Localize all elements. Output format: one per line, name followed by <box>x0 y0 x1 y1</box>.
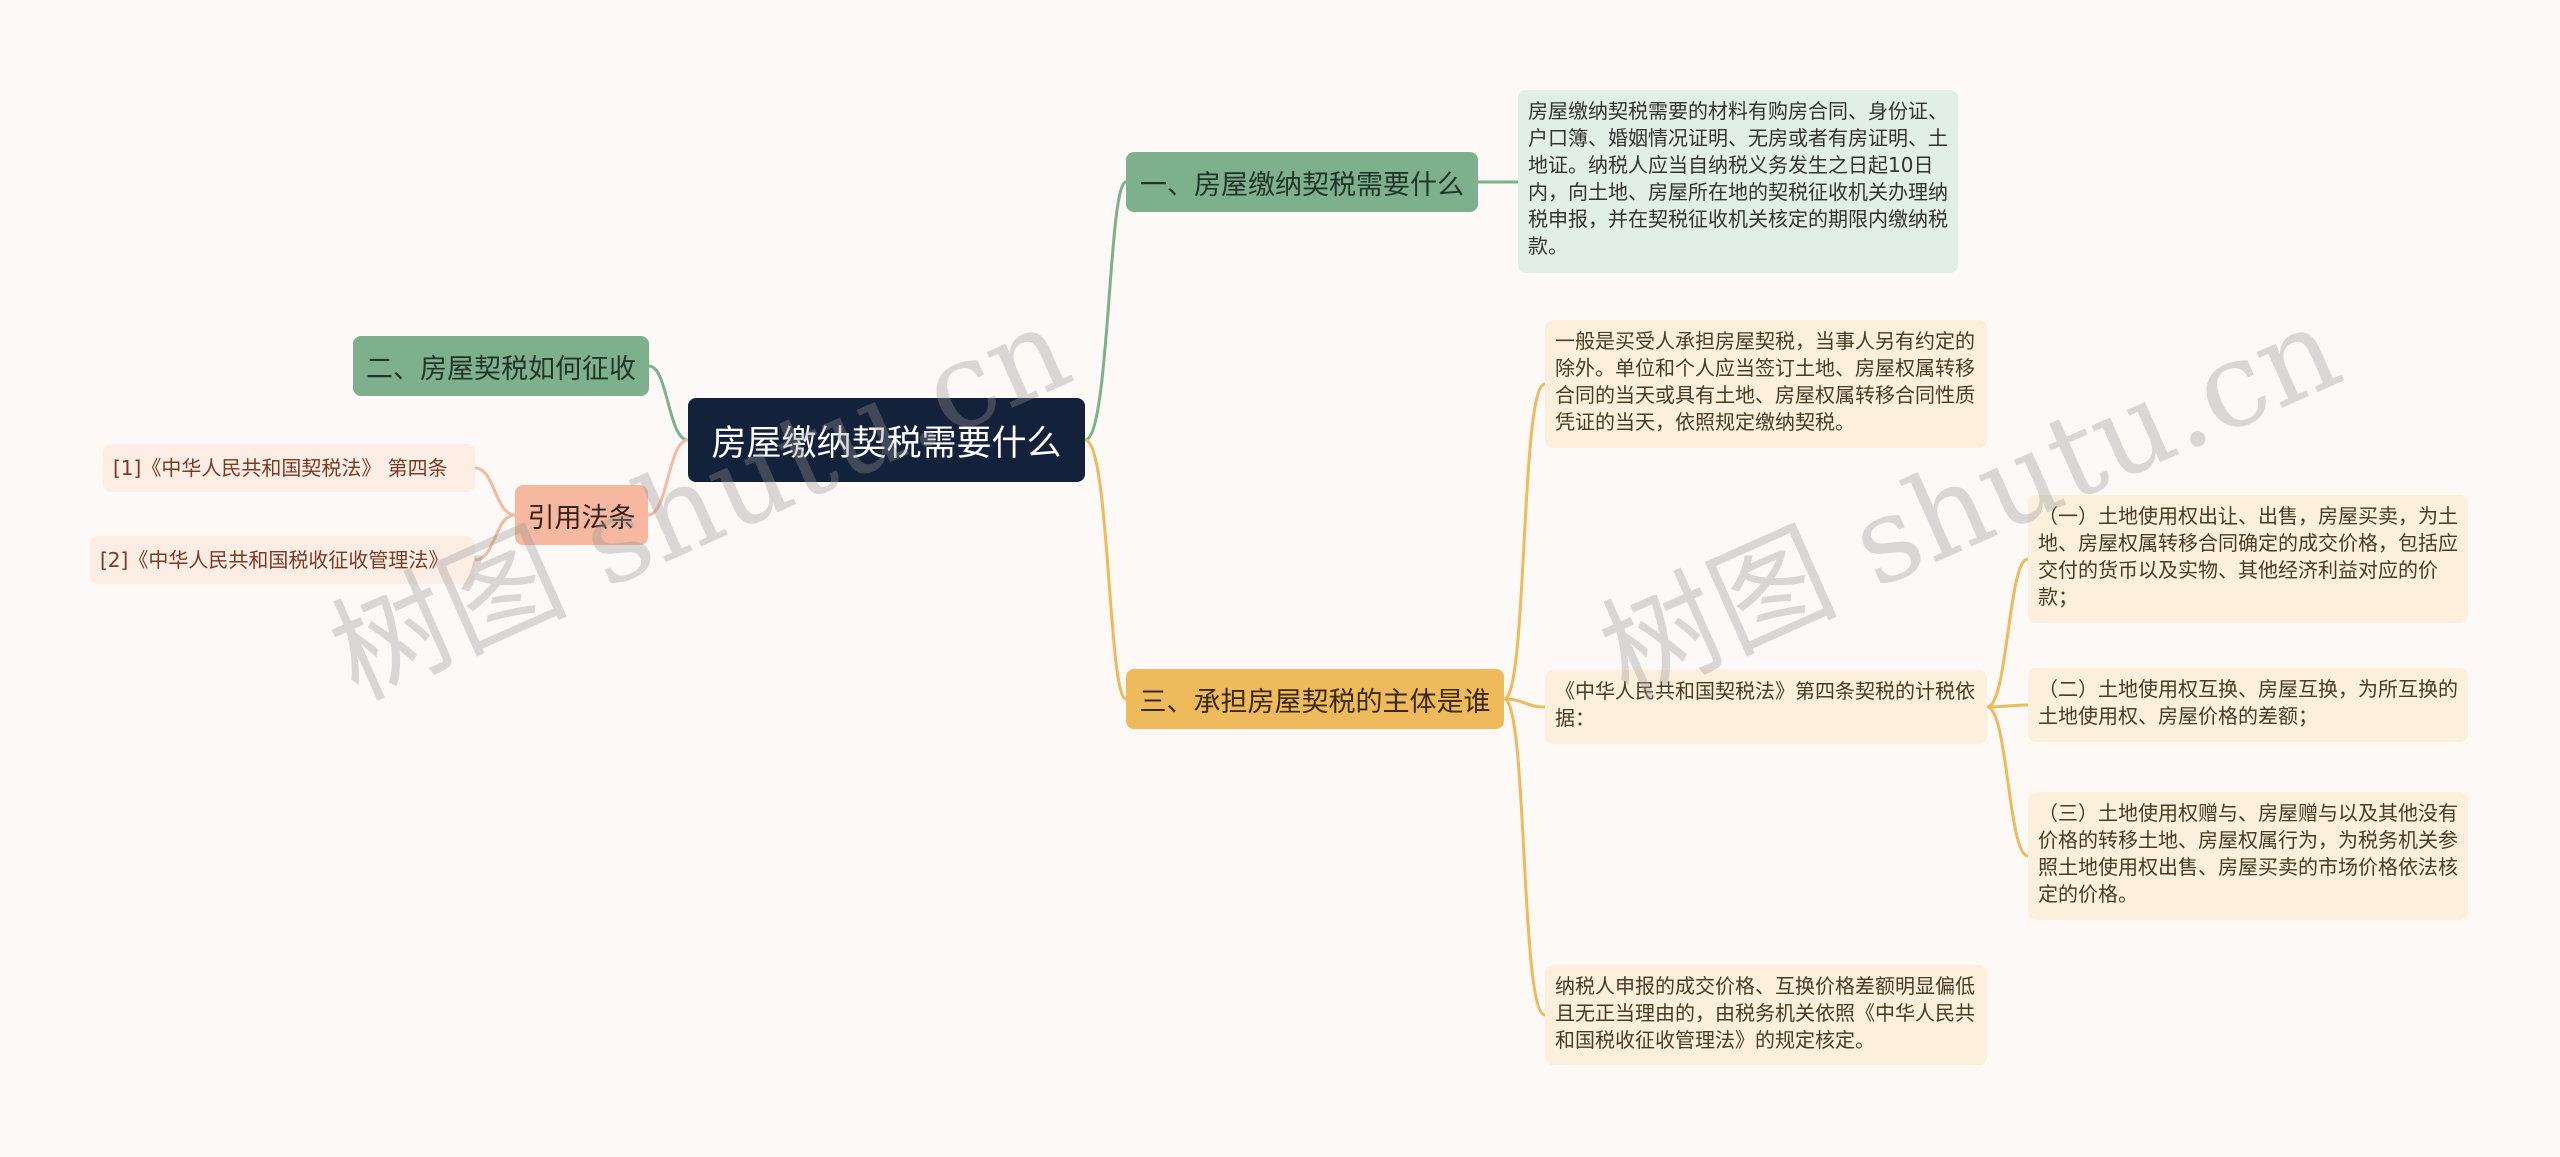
link-cite-item1 <box>474 466 516 517</box>
citations-topic[interactable]: 引用法条 <box>515 485 648 545</box>
link-branch3-leafa <box>1503 382 1546 701</box>
branch-topic-3[interactable]: 三、承担房屋契税的主体是谁 <box>1126 669 1504 729</box>
link-leafb-child3 <box>1986 705 2029 858</box>
branch3-detail-b-child-2[interactable]: （二）土地使用权互换、房屋互换，为所互换的土地使用权、房屋价格的差额； <box>2028 668 2468 742</box>
branch3-detail-b-child-1[interactable]: （一）土地使用权出让、出售，房屋买卖，为土地、房屋权属转移合同确定的成交价格，包… <box>2028 495 2468 623</box>
link-root-branch3 <box>1084 438 1128 701</box>
citation-item-1[interactable]: [1]《中华人民共和国契税法》 第四条 <box>103 444 475 492</box>
link-root-citations <box>647 438 689 517</box>
branch-topic-1[interactable]: 一、房屋缴纳契税需要什么 <box>1126 152 1478 212</box>
link-root-branch2 <box>648 364 689 442</box>
branch3-detail-a[interactable]: 一般是买受人承担房屋契税，当事人另有约定的除外。单位和个人应当签订土地、房屋权属… <box>1545 320 1987 448</box>
link-cite-item2 <box>474 513 516 562</box>
link-leafb-child1 <box>1986 557 2029 709</box>
branch3-detail-b[interactable]: 《中华人民共和国契税法》第四条契税的计税依据： <box>1545 670 1987 744</box>
branch1-detail[interactable]: 房屋缴纳契税需要的材料有购房合同、身份证、户口簿、婚姻情况证明、无房或者有房证明… <box>1518 90 1958 273</box>
branch3-detail-c[interactable]: 纳税人申报的成交价格、互换价格差额明显偏低且无正当理由的，由税务机关依照《中华人… <box>1545 965 1987 1065</box>
branch-topic-2[interactable]: 二、房屋契税如何征收 <box>353 336 649 396</box>
link-branch3-leafc <box>1503 697 1546 1017</box>
mindmap-canvas: 房屋缴纳契税需要什么 一、房屋缴纳契税需要什么 房屋缴纳契税需要的材料有购房合同… <box>0 0 2560 1157</box>
root-topic[interactable]: 房屋缴纳契税需要什么 <box>688 398 1085 482</box>
branch3-detail-b-child-3[interactable]: （三）土地使用权赠与、房屋赠与以及其他没有价格的转移土地、房屋权属行为，为税务机… <box>2028 792 2468 920</box>
citation-item-2[interactable]: [2]《中华人民共和国税收征收管理法》 <box>90 536 475 584</box>
link-leafb-child2 <box>1986 703 2029 709</box>
link-root-branch1 <box>1084 180 1128 442</box>
